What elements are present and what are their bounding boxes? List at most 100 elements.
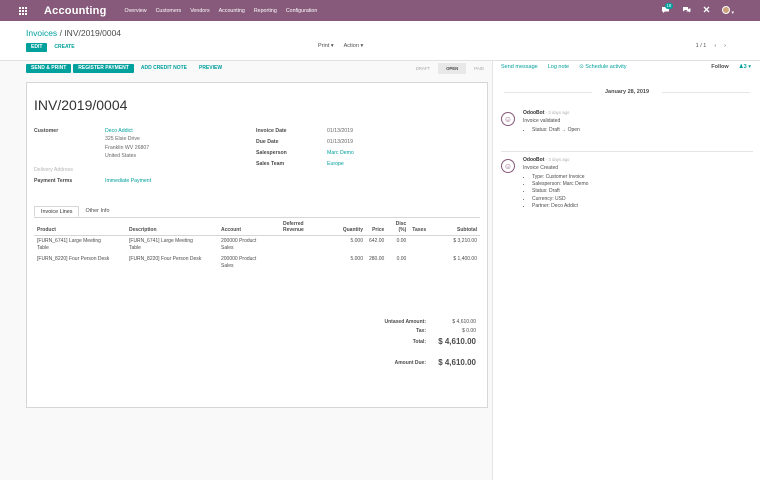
close-icon[interactable] (703, 6, 710, 15)
app-title[interactable]: Accounting (44, 5, 107, 17)
col-disc-line2: (%) (398, 227, 407, 233)
sales-team-value[interactable]: Europe (327, 160, 344, 168)
action-label: Action (343, 43, 359, 49)
tracking-value: Salesperson: Marc Demo (532, 181, 588, 188)
cell-description: [FURN_6741] Large Meeting Table (126, 236, 218, 255)
cell-discount: 0.00 (396, 238, 407, 244)
follow-button[interactable]: Follow (711, 64, 728, 70)
col-quantity[interactable]: Quantity (328, 219, 366, 236)
cell-description-line2: Table (129, 245, 141, 251)
tracking-value: Partner: Deco Addict (532, 203, 588, 210)
preview-button[interactable]: PREVIEW (194, 64, 227, 73)
send-message-button[interactable]: Send message (501, 64, 538, 70)
create-button[interactable]: CREATE (49, 43, 79, 52)
cell-subtotal: $ 3,210.00 (453, 238, 477, 244)
tracking-values: Status: Draft → Open (532, 127, 580, 134)
due-date-label: Due Date (256, 139, 279, 145)
invoice-totals: Untaxed Amount: $ 4,610.00 Tax: $ 0.00 Tot… (356, 319, 476, 370)
message-author[interactable]: OdooBot (523, 110, 544, 116)
col-deferred-revenue[interactable]: Deferred Revenue (280, 219, 328, 236)
col-subtotal[interactable]: Subtotal (431, 219, 480, 236)
activity-icon[interactable] (682, 6, 691, 15)
customer-field: Deco Addict 325 Elsie Drive Franklin WV … (105, 127, 215, 160)
cell-description-line1: [FURN_8220] Four Person Desk (129, 256, 202, 262)
message-author[interactable]: OdooBot (523, 157, 544, 163)
stage-paid[interactable]: PAID (466, 63, 492, 74)
odoobot-avatar-icon: ☺ (501, 112, 515, 126)
message-date: - 3 days ago (545, 157, 570, 162)
add-credit-note-button[interactable]: ADD CREDIT NOTE (136, 64, 192, 73)
followers-count: 3 (743, 64, 747, 70)
breadcrumb: Invoices / INV/2019/0004 (26, 28, 121, 38)
print-label: Print (318, 43, 330, 49)
col-taxes[interactable]: Taxes (409, 219, 432, 236)
action-dropdown[interactable]: Action ▾ (344, 43, 364, 49)
menu-reporting[interactable]: Reporting (254, 8, 277, 14)
apps-grid-icon[interactable] (16, 0, 30, 21)
menu-overview[interactable]: Overview (125, 8, 147, 14)
stage-draft[interactable]: DRAFT (408, 63, 438, 74)
invoice-lines-table: Product Description Account Deferred Reve… (34, 219, 480, 272)
sales-team-label: Sales Team (256, 161, 285, 167)
cell-account-line2: Sales (221, 245, 234, 251)
col-price[interactable]: Price (366, 219, 388, 236)
pager-value[interactable]: 1 / 1 (696, 43, 707, 49)
cell-taxes (409, 236, 431, 255)
edit-button[interactable]: EDIT (26, 43, 48, 52)
register-payment-button[interactable]: REGISTER PAYMENT (73, 64, 134, 73)
breadcrumb-invoices[interactable]: Invoices (26, 28, 57, 38)
menu-accounting[interactable]: Accounting (219, 8, 245, 14)
total-value: $ 4,610.00 (438, 337, 476, 346)
address-line: 325 Elsie Drive (105, 136, 140, 143)
send-print-button[interactable]: SEND & PRINT (26, 64, 72, 73)
col-account[interactable]: Account (218, 219, 280, 236)
col-deferred-line2: Revenue (283, 227, 304, 233)
menu-customers[interactable]: Customers (156, 8, 182, 14)
table-row[interactable]: [FURN_6741] Large Meeting Table [FURN_674… (34, 236, 480, 255)
col-description[interactable]: Description (126, 219, 218, 236)
cell-price: 642.00 (369, 238, 385, 244)
address-line: Franklin WV 26807 (105, 144, 150, 151)
breadcrumb-current: INV/2019/0004 (64, 28, 122, 38)
cell-discount: 0.00 (396, 256, 407, 262)
print-dropdown[interactable]: Print ▾ (318, 43, 334, 49)
cell-account: 200000 Product Sales (218, 236, 280, 255)
message-text: Invoice validated (523, 118, 561, 124)
payment-terms-value[interactable]: Immediate Payment (105, 177, 151, 185)
cell-product: [FURN_8220] Four Person Desk (34, 254, 126, 272)
col-discount[interactable]: Disc (%) (387, 219, 410, 236)
caret-down-icon: ▾ (330, 43, 334, 49)
tab-other-info[interactable]: Other Info (79, 206, 115, 217)
stage-indicator: DRAFT OPEN PAID (408, 63, 492, 74)
cell-product-line1: [FURN_8220] Four Person Desk (37, 256, 110, 262)
col-product[interactable]: Product (34, 219, 126, 236)
status-bar: SEND & PRINT REGISTER PAYMENT ADD CREDIT… (26, 63, 492, 74)
date-separator: January 28, 2019 (494, 89, 760, 95)
chatter: Send message Log note ⊙ Schedule activit… (494, 61, 760, 480)
followers-button[interactable]: ♟3 ▾ (739, 64, 751, 70)
user-avatar[interactable]: ▾ (721, 5, 734, 16)
menu-vendors[interactable]: Vendors (190, 8, 209, 14)
salesperson-value[interactable]: Marc Demo (327, 149, 354, 157)
stage-open[interactable]: OPEN (438, 63, 467, 74)
pager-previous-icon[interactable]: ‹ (714, 43, 716, 49)
caret-down-icon: ▾ (748, 64, 751, 70)
table-row[interactable]: [FURN_8220] Four Person Desk [FURN_8220]… (34, 254, 480, 272)
payment-terms-label: Payment Terms (34, 178, 73, 184)
log-note-button[interactable]: Log note (548, 64, 569, 70)
cell-quantity: 5.000 (350, 256, 363, 262)
amount-due-value: $ 4,610.00 (438, 358, 476, 367)
pager-next-icon[interactable]: › (724, 43, 726, 49)
customer-link[interactable]: Deco Addict (105, 127, 215, 135)
notebook-tabs: Invoice Lines Other Info (34, 206, 480, 218)
chat-icon[interactable]: 18 (661, 2, 674, 16)
menu-configuration[interactable]: Configuration (286, 8, 318, 14)
main-navbar: Accounting Overview Customers Vendors Ac… (0, 0, 760, 21)
tracking-values: Type: Customer Invoice Salesperson: Marc… (532, 174, 588, 210)
tab-invoice-lines[interactable]: Invoice Lines (34, 206, 80, 217)
tracking-value: Status: Draft → Open (532, 127, 580, 134)
schedule-activity-button[interactable]: ⊙ Schedule activity (579, 64, 626, 70)
invoice-number: INV/2019/0004 (34, 97, 128, 113)
invoice-date-label: Invoice Date (256, 128, 287, 134)
tax-value: $ 0.00 (462, 328, 476, 334)
